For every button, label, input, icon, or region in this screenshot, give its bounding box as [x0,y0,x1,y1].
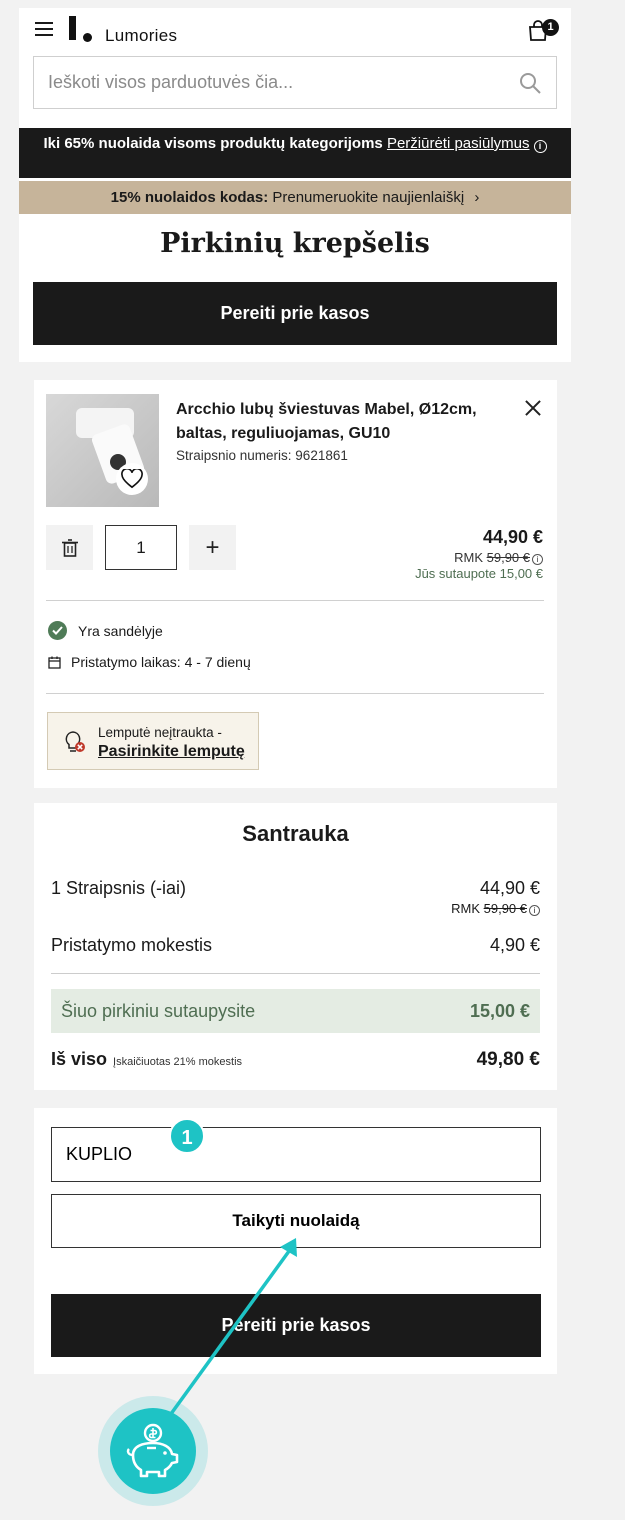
price-rmk: RMK 59,90 € i [415,550,543,565]
wishlist-heart-icon[interactable] [116,463,148,495]
promo-text: Iki 65% nuolaida visoms produktų kategor… [43,135,383,152]
rmk-label: RMK [451,901,480,916]
order-summary: Santrauka 1 Straipsnis (-iai) 44,90 € RM… [34,803,557,1090]
calendar-icon [48,656,61,669]
shipping-value: 4,90 € [489,935,540,955]
total-label: Iš viso [51,1049,108,1069]
close-icon[interactable] [525,400,541,416]
divider [46,693,544,694]
bulb-notice[interactable]: Lemputė neįtraukta - Pasirinkite lemputę [47,712,259,770]
logo-mark[interactable] [69,16,76,40]
page-title: Pirkinių krepšelis [160,228,430,259]
summary-title: Santrauka [242,821,349,846]
search-box [33,56,557,109]
stock-text: Yra sandėlyje [78,622,163,639]
tax-note: Įskaičiuotas 21% mokestis [113,1056,243,1068]
logo-text[interactable]: Lumories [105,26,177,46]
total-value: 49,80 € [476,1049,540,1070]
coupon-panel: Taikyti nuolaidą Pereiti prie kasos [34,1108,557,1374]
rmk-label: RMK [454,550,483,565]
summary-rmk: RMK 59,90 € i [451,901,540,916]
piggy-bank-icon [98,1396,208,1506]
shipping-label: Pristatymo mokestis [51,935,213,955]
stock-status: Yra sandėlyje [48,621,163,640]
price-savings: Jūs sutaupote 15,00 € [415,566,543,581]
info-icon[interactable]: i [532,554,543,565]
divider [51,973,540,974]
plus-icon: + [205,533,220,561]
header-panel: Lumories 1 Iki 65% nuolaida visoms produ… [19,8,571,362]
quantity-input[interactable]: 1 [105,525,177,570]
newsletter-banner[interactable]: 15% nuolaidos kodas: Prenumeruokite nauj… [19,181,571,214]
cart-item-card: Arcchio lubų šviestuvas Mabel, Ø12cm, ba… [34,380,557,788]
product-image[interactable] [46,394,159,507]
summary-shipping-row: Pristatymo mokestis 4,90 € [51,935,540,956]
promo-link[interactable]: Peržiūrėti pasiūlymus [387,135,530,152]
product-name[interactable]: Arcchio lubų šviestuvas Mabel, Ø12cm, ba… [176,398,496,446]
cart-count-badge: 1 [542,19,559,36]
savings-label: Šiuo pirkiniu sutaupysite [61,1000,256,1021]
bulb-note: Lemputė neįtraukta - [98,725,222,740]
delivery-text: Pristatymo laikas: 4 - 7 dienų [71,654,251,670]
price-current: 44,90 € [482,527,543,547]
items-value: 44,90 € [479,878,540,898]
trash-icon [61,538,78,557]
summary-savings-row: Šiuo pirkiniu sutaupysite 15,00 € [51,989,540,1033]
checkout-button-bottom[interactable]: Pereiti prie kasos [51,1294,541,1357]
delivery-time: Pristatymo laikas: 4 - 7 dienų [48,654,251,670]
logo-dot [83,33,92,42]
bulb-missing-icon [65,731,85,752]
promo-banner: Iki 65% nuolaida visoms produktų kategor… [19,128,571,178]
cart-icon[interactable]: 1 [527,19,559,44]
checkout-button-top[interactable]: Pereiti prie kasos [33,282,557,345]
price-old: 59,90 € [486,550,530,565]
summary-total-row: Iš viso Įskaičiuotas 21% mokestis 49,80 € [51,1049,540,1071]
chevron-right-icon: › [474,189,480,206]
increase-quantity-button[interactable]: + [189,525,236,570]
info-icon[interactable]: i [529,905,540,916]
summary-items-row: 1 Straipsnis (-iai) 44,90 € [51,878,540,899]
rmk-value: 59,90 € [483,901,527,916]
price-block: 44,90 € RMK 59,90 € i Jūs sutaupote 15,00… [415,527,543,581]
coupon-input[interactable] [51,1127,541,1182]
newsletter-text: Prenumeruokite naujienlaiškį [272,189,465,206]
divider [46,600,544,601]
discount-code-label: 15% nuolaidos kodas: [110,189,269,206]
search-input[interactable] [34,57,556,108]
savings-value: 15,00 € [469,1000,530,1021]
check-circle-icon [48,621,67,640]
bulb-link[interactable]: Pasirinkite lemputę [98,743,245,761]
search-icon[interactable] [518,71,542,95]
menu-icon[interactable] [35,22,53,36]
delete-button[interactable] [46,525,93,570]
step-badge: 1 [169,1118,205,1154]
items-label: 1 Straipsnis (-iai) [51,878,187,898]
info-icon[interactable]: i [533,140,547,153]
apply-discount-button[interactable]: Taikyti nuolaidą [51,1194,541,1248]
product-sku: Straipsnio numeris: 9621861 [176,448,348,463]
